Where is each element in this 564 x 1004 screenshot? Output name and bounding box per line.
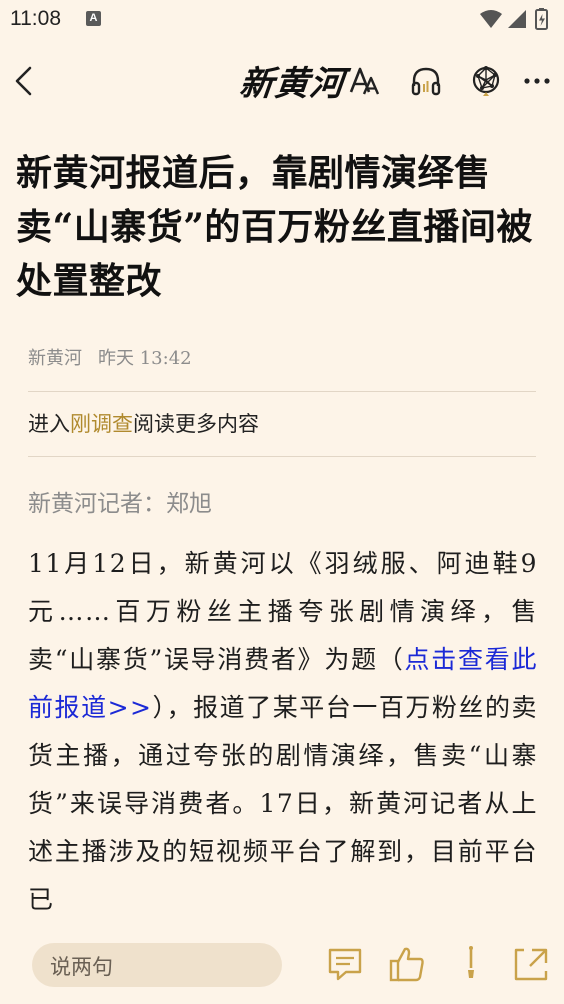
article-byline: 新黄河记者：郑旭 [28,491,212,517]
article-body: 11月12日，新黄河以《羽绒服、阿迪鞋9元……百万粉丝主播夸张剧情演绎，售卖“山… [28,540,538,924]
app-logo: 新黄河 [237,64,347,104]
divider [28,456,536,457]
brush-icon[interactable] [452,944,490,984]
battery-icon [535,8,548,30]
more-dots-icon[interactable] [523,68,551,94]
promo-link[interactable]: 刚调查 [70,412,133,436]
top-nav: 新黄河 [0,50,564,112]
bottom-bar: 说两句 [0,926,564,1004]
comment-input[interactable]: 说两句 [32,943,282,987]
divider [28,391,536,392]
notification-icon: A [86,11,101,26]
headphones-icon[interactable] [409,64,443,98]
promo-line: 进入刚调查阅读更多内容 [28,408,259,438]
status-bar: 11:08 A [0,0,564,40]
comment-placeholder: 说两句 [50,955,113,979]
article-meta: 新黄河 昨天 13:42 [28,344,192,370]
font-size-icon[interactable] [349,64,383,98]
article-time: 昨天 13:42 [98,348,192,369]
status-icons [480,8,548,30]
status-time: 11:08 [10,7,61,30]
article-headline: 新黄河报道后，靠剧情演绎售卖“山寨货”的百万粉丝直播间被处置整改 [16,152,533,302]
ai-network-icon[interactable] [469,62,503,98]
wifi-icon [480,10,502,28]
promo-suffix: 阅读更多内容 [133,412,259,436]
signal-icon [508,10,526,28]
back-arrow-icon[interactable] [12,64,36,98]
like-icon[interactable] [388,944,426,984]
article-page: 11:08 A 新黄河 新黄河报道后，靠剧情演绎售卖“山寨货”的百万粉丝直播间被… [0,0,564,1004]
share-icon[interactable] [512,944,550,984]
body-text: ），报道了某平台一百万粉丝的卖货主播，通过夸张的剧情演绎，售卖“山寨货”来误导消… [28,693,538,914]
promo-prefix: 进入 [28,412,70,436]
comment-icon[interactable] [326,944,364,984]
article-source: 新黄河 [28,348,82,369]
